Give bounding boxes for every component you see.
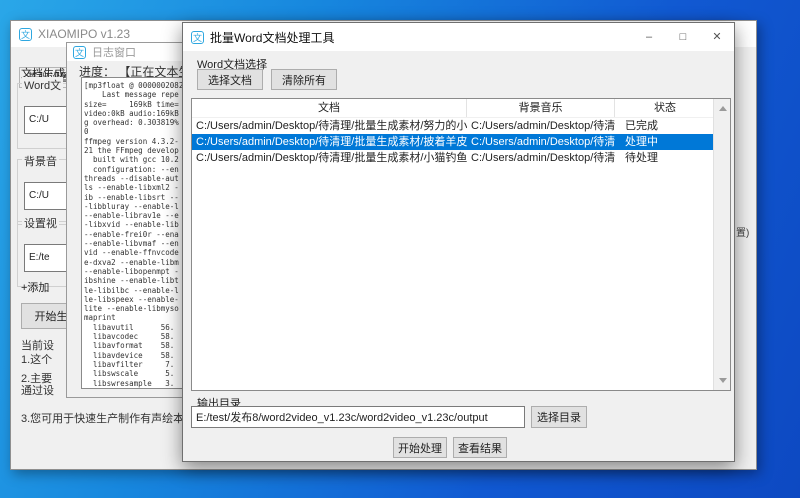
table-row[interactable]: C:/Users/admin/Desktop/待清理/批量生成素材/努力的小猫咪… — [192, 118, 730, 134]
start-processing-button[interactable]: 开始处理 — [393, 437, 447, 458]
window-controls: – □ ✕ — [632, 23, 734, 51]
column-header-doc[interactable]: 文档 — [192, 99, 467, 117]
table-row-selected[interactable]: C:/Users/admin/Desktop/待清理/批量生成素材/披着羊皮的狼… — [192, 134, 730, 150]
view-results-button[interactable]: 查看结果 — [453, 437, 507, 458]
cell-doc-path: C:/Users/admin/Desktop/待清理/批量生成素材/披着羊皮的狼… — [192, 134, 467, 150]
cell-status: 待处理 — [615, 150, 715, 166]
batch-word-dialog: 文 批量Word文档处理工具 – □ ✕ Word文档选择 选择文档 清除所有 … — [182, 22, 735, 462]
close-icon[interactable]: ✕ — [700, 23, 734, 51]
note-line-3: 3.您可用于快速生产制作有声绘本视频 — [21, 410, 206, 426]
desktop: 文 XIAOMIPO v1.23 基础设置 文档生成 Word文 C:/U 背景… — [0, 0, 800, 498]
group-word-doc-label: Word文 — [22, 77, 63, 93]
main-window-title: XIAOMIPO v1.23 — [38, 27, 130, 41]
column-header-status[interactable]: 状态 — [615, 99, 715, 117]
clipped-main-window-text: 置) — [736, 224, 749, 239]
app-icon: 文 — [191, 31, 204, 44]
dialog-title: 批量Word文档处理工具 — [210, 29, 334, 46]
table-row[interactable]: C:/Users/admin/Desktop/待清理/批量生成素材/小猫钓鱼.d… — [192, 150, 730, 166]
maximize-icon[interactable]: □ — [666, 23, 700, 51]
note-line-2b: 通过设 — [21, 382, 54, 398]
cell-music-path: C:/Users/admin/Desktop/待清理/批量 — [467, 118, 615, 134]
add-link[interactable]: +添加 — [21, 279, 49, 295]
cell-status: 处理中 — [615, 134, 715, 150]
column-header-music[interactable]: 背景音乐 — [467, 99, 615, 117]
document-table: 文档 背景音乐 状态 C:/Users/admin/Desktop/待清理/批量… — [191, 98, 731, 391]
browse-dir-button[interactable]: 选择目录 — [531, 406, 587, 428]
note-line-1: 1.这个 — [21, 351, 52, 367]
cell-doc-path: C:/Users/admin/Desktop/待清理/批量生成素材/努力的小猫咪… — [192, 118, 467, 134]
app-icon: 文 — [19, 28, 32, 41]
table-header: 文档 背景音乐 状态 — [192, 99, 730, 118]
output-dir-input[interactable] — [191, 406, 525, 428]
select-docs-button[interactable]: 选择文档 — [197, 69, 263, 90]
table-scrollbar[interactable] — [713, 99, 730, 390]
cell-music-path: C:/Users/admin/Desktop/待清理/批量 — [467, 134, 615, 150]
clear-all-button[interactable]: 清除所有 — [271, 69, 337, 90]
chevron-up-icon[interactable] — [719, 106, 727, 111]
group-video-settings-label: 设置视 — [22, 215, 59, 231]
chevron-down-icon[interactable] — [719, 378, 727, 383]
app-icon: 文 — [73, 46, 86, 59]
cell-doc-path: C:/Users/admin/Desktop/待清理/批量生成素材/小猫钓鱼.d… — [192, 150, 467, 166]
cell-status: 已完成 — [615, 118, 715, 134]
log-window-title: 日志窗口 — [92, 44, 136, 60]
group-bg-music-label: 背景音 — [22, 153, 59, 169]
cell-music-path: C:/Users/admin/Desktop/待清理/批量 — [467, 150, 615, 166]
minimize-icon[interactable]: – — [632, 23, 666, 51]
